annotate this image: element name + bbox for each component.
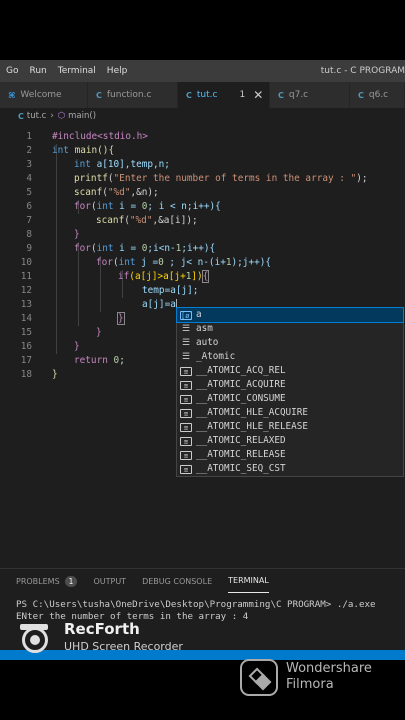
- editor-tabs: ⌘ Welcome C function.c C tut.c 1 ✕ C q7.…: [0, 82, 405, 108]
- code-line: 3 int a[10],temp,n;: [26, 159, 170, 170]
- suggestion-item[interactable]: ☰ asm: [177, 322, 403, 336]
- terminal-line: PS C:\Users\tusha\OneDrive\Desktop\Progr…: [16, 599, 376, 610]
- keyword-icon: ☰: [181, 323, 191, 334]
- keyword-icon: ☰: [181, 337, 191, 348]
- suggestion-item[interactable]: ≡ __ATOMIC_CONSUME: [177, 392, 403, 406]
- window-title: tut.c - C PROGRAM: [320, 66, 405, 76]
- problem-count-badge: 1: [239, 90, 246, 100]
- autocomplete-dropdown: [ø] a ☰ asm ☰ auto ☰ _Atomic ≡ __ATOMIC_ACQ_R…: [176, 307, 404, 477]
- menu-go[interactable]: Go: [6, 66, 18, 76]
- code-line: 10 for(int j =0 ; j< n-(i+1);j++){: [20, 257, 272, 268]
- tab-tut-c[interactable]: C tut.c 1 ✕: [178, 82, 270, 108]
- recorder-camera-icon: [18, 621, 58, 653]
- code-line: 4 printf("Enter the number of terms in th…: [26, 173, 368, 184]
- code-line: 9 for(int i = 0;i<n-1;i++){: [26, 243, 216, 254]
- terminal-output[interactable]: PS C:\Users\tusha\OneDrive\Desktop\Progr…: [0, 593, 405, 623]
- suggestion-item[interactable]: [ø] a: [176, 307, 404, 323]
- function-symbol-icon: ⬡: [57, 111, 66, 121]
- variable-icon: [ø]: [180, 310, 194, 320]
- breadcrumb-symbol[interactable]: main(): [68, 111, 96, 121]
- constant-icon: ≡: [180, 422, 192, 432]
- constant-icon: ≡: [180, 366, 192, 376]
- menu-run[interactable]: Run: [29, 66, 46, 76]
- constant-icon: ≡: [180, 408, 192, 418]
- tab-output[interactable]: OUTPUT: [93, 569, 126, 593]
- keyword-icon: ☰: [181, 351, 191, 362]
- suggestion-item[interactable]: ≡ __ATOMIC_RELAXED: [177, 434, 403, 448]
- tab-label: q6.c: [368, 90, 389, 100]
- problems-count-badge: 1: [64, 575, 78, 587]
- c-file-icon: C: [96, 90, 102, 100]
- tab-debug-console[interactable]: DEBUG CONSOLE: [142, 569, 212, 593]
- suggestion-item[interactable]: ≡ __ATOMIC_ACQUIRE: [177, 378, 403, 392]
- constant-icon: ≡: [180, 464, 192, 474]
- bottom-panel: PROBLEMS 1 OUTPUT DEBUG CONSOLE TERMINAL …: [0, 568, 405, 660]
- c-file-icon: C: [186, 90, 192, 100]
- tab-label: function.c: [106, 90, 152, 100]
- menu-bar: Go Run Terminal Help tut.c - C PROGRAM: [0, 60, 405, 82]
- tab-q7-c[interactable]: C q7.c: [270, 82, 350, 108]
- code-line: 6 for(int i = 0; i < n;i++){: [26, 201, 221, 212]
- code-line: 5 scanf("%d",&n);: [26, 187, 159, 198]
- recorder-title: RecForth: [64, 620, 140, 638]
- tab-welcome[interactable]: ⌘ Welcome: [0, 82, 88, 108]
- recorder-subtitle: UHD Screen Recorder: [64, 640, 183, 653]
- vscode-window: Go Run Terminal Help tut.c - C PROGRAM ⌘…: [0, 60, 405, 660]
- tab-terminal[interactable]: TERMINAL: [228, 569, 269, 593]
- menu-help[interactable]: Help: [107, 66, 128, 76]
- code-line: 12 temp=a[j];: [20, 285, 199, 296]
- tab-q6-c[interactable]: C q6.c: [350, 82, 405, 108]
- status-bar: [0, 650, 405, 660]
- breadcrumb: C tut.c › ⬡ main(): [0, 108, 405, 124]
- suggestion-item[interactable]: ≡ __ATOMIC_HLE_RELEASE: [177, 420, 403, 434]
- tab-label: tut.c: [196, 90, 218, 100]
- suggestion-item[interactable]: ☰ auto: [177, 336, 403, 350]
- constant-icon: ≡: [180, 380, 192, 390]
- code-line: 11 if(a[j]>a[j+1]){: [20, 270, 210, 283]
- suggestion-item[interactable]: ≡ __ATOMIC_SEQ_CST: [177, 462, 403, 476]
- code-line: 8}: [26, 229, 80, 240]
- vscode-icon: ⌘: [8, 90, 16, 100]
- panel-tabs: PROBLEMS 1 OUTPUT DEBUG CONSOLE TERMINAL: [0, 569, 405, 593]
- close-icon[interactable]: ✕: [253, 88, 263, 102]
- constant-icon: ≡: [180, 394, 192, 404]
- constant-icon: ≡: [180, 436, 192, 446]
- breadcrumb-file[interactable]: tut.c: [27, 111, 46, 121]
- code-line: 1 #include<stdio.h>: [26, 131, 148, 142]
- c-file-icon: C: [18, 111, 24, 121]
- tab-label: q7.c: [288, 90, 309, 100]
- code-line: 7 scanf("%d",&a[i]);: [26, 215, 198, 226]
- suggestion-item[interactable]: ≡ __ATOMIC_HLE_ACQUIRE: [177, 406, 403, 420]
- c-file-icon: C: [358, 90, 364, 100]
- watermark-text: Wondershare Filmora: [286, 661, 372, 692]
- chevron-right-icon: ›: [50, 111, 54, 121]
- suggestion-item[interactable]: ≡ __ATOMIC_ACQ_REL: [177, 364, 403, 378]
- constant-icon: ≡: [180, 450, 192, 460]
- tab-function-c[interactable]: C function.c: [88, 82, 178, 108]
- menu-terminal[interactable]: Terminal: [58, 66, 96, 76]
- code-line: 2 int main(){: [26, 145, 115, 156]
- tab-problems[interactable]: PROBLEMS 1: [16, 569, 78, 593]
- tab-label: Welcome: [20, 90, 62, 100]
- filmora-logo-icon: [240, 659, 278, 696]
- c-file-icon: C: [278, 90, 284, 100]
- suggestion-item[interactable]: ☰ _Atomic: [177, 350, 403, 364]
- suggestion-item[interactable]: ≡ __ATOMIC_RELEASE: [177, 448, 403, 462]
